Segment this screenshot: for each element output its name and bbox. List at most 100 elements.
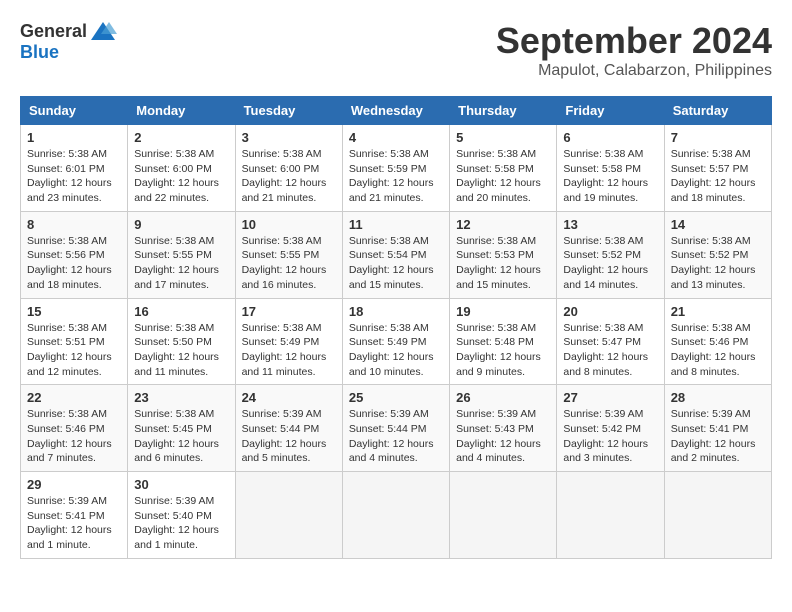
day-number: 29 [27, 477, 121, 492]
day-number: 28 [671, 390, 765, 405]
day-info: Sunrise: 5:38 AM Sunset: 5:57 PM Dayligh… [671, 147, 765, 206]
day-number: 13 [563, 217, 657, 232]
day-info: Sunrise: 5:38 AM Sunset: 5:52 PM Dayligh… [671, 234, 765, 293]
day-number: 7 [671, 130, 765, 145]
calendar-cell [342, 472, 449, 559]
day-info: Sunrise: 5:38 AM Sunset: 6:01 PM Dayligh… [27, 147, 121, 206]
day-number: 4 [349, 130, 443, 145]
calendar-cell: 23 Sunrise: 5:38 AM Sunset: 5:45 PM Dayli… [128, 385, 235, 472]
day-info: Sunrise: 5:38 AM Sunset: 5:45 PM Dayligh… [134, 407, 228, 466]
calendar-cell: 7 Sunrise: 5:38 AM Sunset: 5:57 PM Daylig… [664, 125, 771, 212]
day-info: Sunrise: 5:38 AM Sunset: 5:46 PM Dayligh… [671, 321, 765, 380]
weekday-header-sunday: Sunday [21, 97, 128, 125]
title-section: September 2024 Mapulot, Calabarzon, Phil… [496, 20, 772, 80]
calendar-cell: 12 Sunrise: 5:38 AM Sunset: 5:53 PM Dayli… [450, 211, 557, 298]
calendar-cell: 9 Sunrise: 5:38 AM Sunset: 5:55 PM Daylig… [128, 211, 235, 298]
calendar-week-5: 29 Sunrise: 5:39 AM Sunset: 5:41 PM Dayli… [21, 472, 772, 559]
calendar-cell: 18 Sunrise: 5:38 AM Sunset: 5:49 PM Dayli… [342, 298, 449, 385]
location-title: Mapulot, Calabarzon, Philippines [496, 62, 772, 80]
logo-general-text: General [20, 21, 87, 42]
day-info: Sunrise: 5:39 AM Sunset: 5:41 PM Dayligh… [27, 494, 121, 553]
calendar-cell: 25 Sunrise: 5:39 AM Sunset: 5:44 PM Dayli… [342, 385, 449, 472]
weekday-header-monday: Monday [128, 97, 235, 125]
calendar-cell: 13Sunrise: 5:38 AM Sunset: 5:52 PM Dayli… [557, 211, 664, 298]
weekday-header-wednesday: Wednesday [342, 97, 449, 125]
day-info: Sunrise: 5:38 AM Sunset: 5:54 PM Dayligh… [349, 234, 443, 293]
day-number: 2 [134, 130, 228, 145]
calendar-cell: 14 Sunrise: 5:38 AM Sunset: 5:52 PM Dayli… [664, 211, 771, 298]
day-number: 15 [27, 304, 121, 319]
day-info: Sunrise: 5:38 AM Sunset: 5:58 PM Dayligh… [456, 147, 550, 206]
day-info: Sunrise: 5:38 AM Sunset: 5:53 PM Dayligh… [456, 234, 550, 293]
day-info: Sunrise: 5:38 AM Sunset: 6:00 PM Dayligh… [242, 147, 336, 206]
weekday-header-thursday: Thursday [450, 97, 557, 125]
calendar-cell: 24Sunrise: 5:39 AM Sunset: 5:44 PM Dayli… [235, 385, 342, 472]
day-number: 30 [134, 477, 228, 492]
calendar-week-1: 1 Sunrise: 5:38 AM Sunset: 6:01 PM Daylig… [21, 125, 772, 212]
day-number: 14 [671, 217, 765, 232]
calendar-cell: 29 Sunrise: 5:39 AM Sunset: 5:41 PM Dayli… [21, 472, 128, 559]
day-number: 12 [456, 217, 550, 232]
day-info: Sunrise: 5:39 AM Sunset: 5:42 PM Dayligh… [563, 407, 657, 466]
day-info: Sunrise: 5:38 AM Sunset: 5:49 PM Dayligh… [242, 321, 336, 380]
day-info: Sunrise: 5:38 AM Sunset: 5:47 PM Dayligh… [563, 321, 657, 380]
calendar-cell: 26 Sunrise: 5:39 AM Sunset: 5:43 PM Dayli… [450, 385, 557, 472]
calendar-cell: 6Sunrise: 5:38 AM Sunset: 5:58 PM Daylig… [557, 125, 664, 212]
day-info: Sunrise: 5:38 AM Sunset: 6:00 PM Dayligh… [134, 147, 228, 206]
day-info: Sunrise: 5:38 AM Sunset: 5:58 PM Dayligh… [563, 147, 657, 206]
day-number: 11 [349, 217, 443, 232]
weekday-header-friday: Friday [557, 97, 664, 125]
day-info: Sunrise: 5:38 AM Sunset: 5:48 PM Dayligh… [456, 321, 550, 380]
day-info: Sunrise: 5:38 AM Sunset: 5:51 PM Dayligh… [27, 321, 121, 380]
calendar-cell: 19 Sunrise: 5:38 AM Sunset: 5:48 PM Dayli… [450, 298, 557, 385]
day-number: 19 [456, 304, 550, 319]
calendar-table: SundayMondayTuesdayWednesdayThursdayFrid… [20, 96, 772, 559]
calendar-cell: 15 Sunrise: 5:38 AM Sunset: 5:51 PM Dayli… [21, 298, 128, 385]
day-info: Sunrise: 5:38 AM Sunset: 5:49 PM Dayligh… [349, 321, 443, 380]
weekday-header-tuesday: Tuesday [235, 97, 342, 125]
day-number: 23 [134, 390, 228, 405]
page-header: General Blue September 2024 Mapulot, Cal… [20, 20, 772, 80]
day-info: Sunrise: 5:39 AM Sunset: 5:43 PM Dayligh… [456, 407, 550, 466]
calendar-cell: 3 Sunrise: 5:38 AM Sunset: 6:00 PM Daylig… [235, 125, 342, 212]
calendar-week-4: 22Sunrise: 5:38 AM Sunset: 5:46 PM Dayli… [21, 385, 772, 472]
logo-blue-text: Blue [20, 42, 59, 62]
calendar-cell: 30 Sunrise: 5:39 AM Sunset: 5:40 PM Dayli… [128, 472, 235, 559]
weekday-header-row: SundayMondayTuesdayWednesdayThursdayFrid… [21, 97, 772, 125]
day-number: 21 [671, 304, 765, 319]
calendar-cell: 21 Sunrise: 5:38 AM Sunset: 5:46 PM Dayli… [664, 298, 771, 385]
day-info: Sunrise: 5:38 AM Sunset: 5:55 PM Dayligh… [134, 234, 228, 293]
calendar-cell: 10 Sunrise: 5:38 AM Sunset: 5:55 PM Dayli… [235, 211, 342, 298]
calendar-cell: 17 Sunrise: 5:38 AM Sunset: 5:49 PM Dayli… [235, 298, 342, 385]
day-info: Sunrise: 5:38 AM Sunset: 5:56 PM Dayligh… [27, 234, 121, 293]
day-number: 1 [27, 130, 121, 145]
day-info: Sunrise: 5:38 AM Sunset: 5:59 PM Dayligh… [349, 147, 443, 206]
day-number: 18 [349, 304, 443, 319]
day-info: Sunrise: 5:38 AM Sunset: 5:50 PM Dayligh… [134, 321, 228, 380]
calendar-cell: 11 Sunrise: 5:38 AM Sunset: 5:54 PM Dayli… [342, 211, 449, 298]
day-number: 9 [134, 217, 228, 232]
calendar-cell: 5Sunrise: 5:38 AM Sunset: 5:58 PM Daylig… [450, 125, 557, 212]
day-number: 25 [349, 390, 443, 405]
month-title: September 2024 [496, 20, 772, 62]
day-number: 26 [456, 390, 550, 405]
day-info: Sunrise: 5:38 AM Sunset: 5:55 PM Dayligh… [242, 234, 336, 293]
day-number: 17 [242, 304, 336, 319]
calendar-week-3: 15 Sunrise: 5:38 AM Sunset: 5:51 PM Dayli… [21, 298, 772, 385]
logo: General Blue [20, 20, 117, 63]
day-number: 22 [27, 390, 121, 405]
calendar-cell [664, 472, 771, 559]
logo-icon [89, 20, 117, 42]
day-number: 8 [27, 217, 121, 232]
day-number: 3 [242, 130, 336, 145]
day-number: 20 [563, 304, 657, 319]
calendar-cell: 8 Sunrise: 5:38 AM Sunset: 5:56 PM Daylig… [21, 211, 128, 298]
calendar-cell: 4 Sunrise: 5:38 AM Sunset: 5:59 PM Daylig… [342, 125, 449, 212]
calendar-cell [235, 472, 342, 559]
calendar-cell: 27Sunrise: 5:39 AM Sunset: 5:42 PM Dayli… [557, 385, 664, 472]
calendar-cell [450, 472, 557, 559]
calendar-cell: 28Sunrise: 5:39 AM Sunset: 5:41 PM Dayli… [664, 385, 771, 472]
day-info: Sunrise: 5:39 AM Sunset: 5:44 PM Dayligh… [349, 407, 443, 466]
day-number: 10 [242, 217, 336, 232]
day-info: Sunrise: 5:39 AM Sunset: 5:40 PM Dayligh… [134, 494, 228, 553]
